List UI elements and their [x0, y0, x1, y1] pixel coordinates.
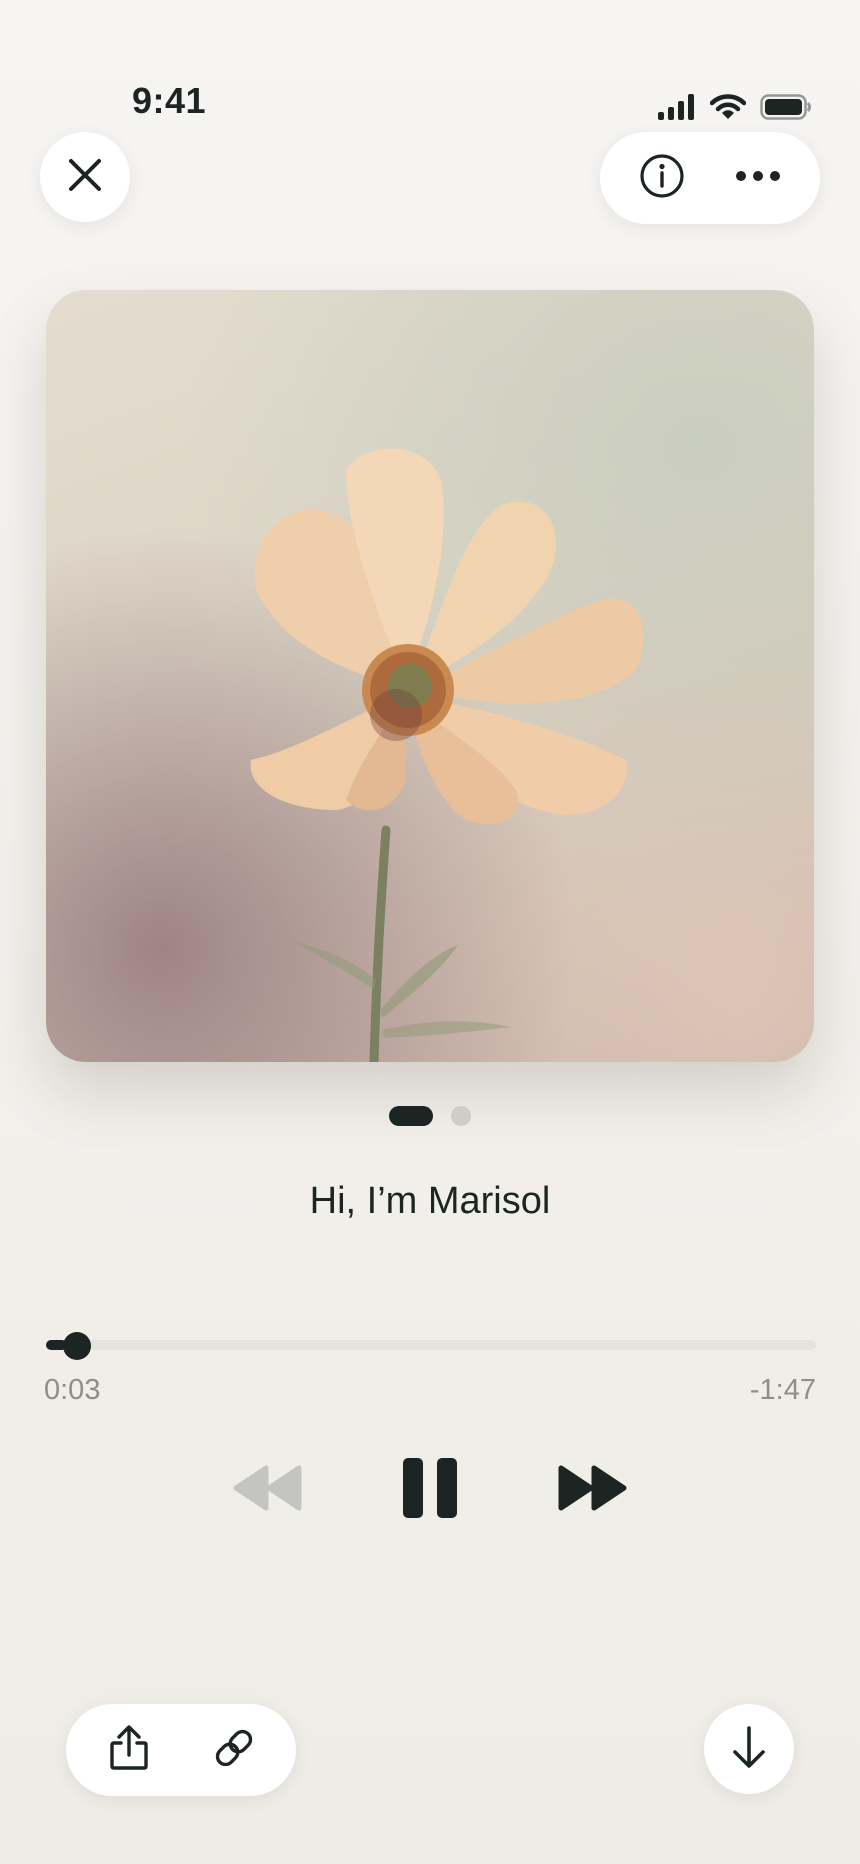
pause-button[interactable]	[390, 1442, 470, 1538]
progress-thumb[interactable]	[62, 1332, 91, 1360]
remaining-time: -1:47	[749, 1374, 816, 1406]
flower-image	[250, 448, 644, 1062]
status-time: 9:41	[132, 80, 207, 121]
download-icon	[731, 1725, 767, 1774]
pause-icon	[401, 1457, 459, 1523]
copy-link-button[interactable]	[194, 1710, 274, 1790]
progress-track[interactable]	[46, 1340, 816, 1350]
fast-forward-icon	[557, 1464, 627, 1517]
share-icon	[109, 1724, 149, 1776]
track-title: Hi, I’m Marisol	[309, 1180, 551, 1222]
status-icons	[658, 94, 812, 125]
page-indicator[interactable]	[0, 1106, 860, 1126]
rewind-icon	[233, 1464, 303, 1517]
page-dot-active[interactable]	[389, 1106, 433, 1126]
page-dot[interactable]	[451, 1106, 471, 1126]
wifi-icon	[709, 94, 747, 125]
rewind-button[interactable]	[226, 1450, 310, 1530]
close-button[interactable]	[40, 132, 130, 222]
close-icon	[67, 157, 103, 198]
album-artwork[interactable]	[46, 290, 814, 1062]
share-button[interactable]	[89, 1710, 169, 1790]
fast-forward-button[interactable]	[550, 1450, 634, 1530]
info-button[interactable]	[622, 138, 702, 218]
link-icon	[212, 1726, 256, 1775]
battery-icon	[760, 94, 812, 125]
more-button[interactable]	[718, 138, 798, 218]
playback-controls	[0, 1450, 860, 1530]
info-icon	[639, 153, 685, 204]
top-actions	[600, 132, 820, 224]
elapsed-time: 0:03	[44, 1374, 101, 1406]
bottom-actions	[66, 1704, 296, 1796]
download-button[interactable]	[704, 1704, 794, 1794]
cellular-signal-icon	[658, 94, 696, 125]
more-icon	[735, 169, 781, 187]
